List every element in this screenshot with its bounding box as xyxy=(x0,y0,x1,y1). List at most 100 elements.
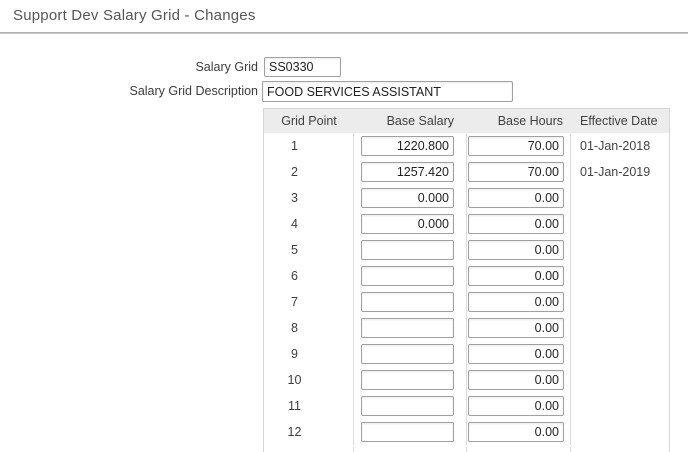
base-salary-cell xyxy=(354,419,467,445)
grid-point-label: 7 xyxy=(291,295,298,309)
base-hours-cell xyxy=(467,315,571,341)
table-row: 12 xyxy=(264,419,669,445)
table-row: 11 xyxy=(264,393,669,419)
base-hours-cell xyxy=(467,367,571,393)
table-row: 1 01-Jan-2018 xyxy=(264,133,669,159)
base-hours-input[interactable] xyxy=(468,396,564,416)
table-row: 5 xyxy=(264,237,669,263)
base-hours-cell xyxy=(467,263,571,289)
base-hours-input[interactable] xyxy=(468,136,564,156)
base-hours-input[interactable] xyxy=(468,370,564,390)
base-salary-cell xyxy=(354,367,467,393)
base-salary-input[interactable] xyxy=(361,370,454,390)
grid-point-cell: 1 xyxy=(264,133,354,159)
base-hours-cell xyxy=(467,185,571,211)
salary-grid-description-label: Salary Grid Description xyxy=(0,81,258,101)
base-salary-cell xyxy=(354,341,467,367)
grid-point-label: 1 xyxy=(291,139,298,153)
base-salary-input[interactable] xyxy=(361,422,454,442)
grid-point-label: 4 xyxy=(291,217,298,231)
salary-grid-label: Salary Grid xyxy=(0,57,258,77)
effective-date-cell xyxy=(571,341,669,367)
table-row: 9 xyxy=(264,341,669,367)
grid-point-cell: 11 xyxy=(264,393,354,419)
base-salary-cell xyxy=(354,393,467,419)
base-salary-input[interactable] xyxy=(361,344,454,364)
base-hours-column-header: Base Hours xyxy=(467,109,571,133)
base-hours-input[interactable] xyxy=(468,344,564,364)
table-row: 6 xyxy=(264,263,669,289)
base-hours-input[interactable] xyxy=(468,318,564,338)
grid-point-cell: 8 xyxy=(264,315,354,341)
table-row: 7 xyxy=(264,289,669,315)
base-salary-input[interactable] xyxy=(361,396,454,416)
effective-date-cell: 01-Jan-2019 xyxy=(571,159,669,185)
base-salary-input[interactable] xyxy=(361,292,454,312)
base-hours-cell xyxy=(467,393,571,419)
table-row: 2 01-Jan-2019 xyxy=(264,159,669,185)
base-hours-cell xyxy=(467,133,571,159)
base-hours-input[interactable] xyxy=(468,214,564,234)
salary-grid-input[interactable] xyxy=(264,57,341,77)
grid-point-label: 8 xyxy=(291,321,298,335)
base-salary-cell xyxy=(354,159,467,185)
base-salary-input[interactable] xyxy=(361,240,454,260)
base-salary-cell xyxy=(354,133,467,159)
base-hours-input[interactable] xyxy=(468,422,564,442)
effective-date-cell xyxy=(571,237,669,263)
base-hours-cell xyxy=(467,211,571,237)
effective-date-cell xyxy=(571,185,669,211)
grid-point-label: 6 xyxy=(291,269,298,283)
base-hours-cell xyxy=(467,237,571,263)
base-salary-input[interactable] xyxy=(361,214,454,234)
title-divider xyxy=(0,32,688,34)
grid-point-cell: 3 xyxy=(264,185,354,211)
base-salary-input[interactable] xyxy=(361,136,454,156)
effective-date-cell xyxy=(571,315,669,341)
base-hours-input[interactable] xyxy=(468,292,564,312)
table-header-row: Grid Point Base Salary Base Hours Effect… xyxy=(264,109,669,133)
base-salary-input[interactable] xyxy=(361,162,454,182)
effective-date-label: 01-Jan-2019 xyxy=(580,165,650,179)
table-row: 4 xyxy=(264,211,669,237)
effective-date-column-header: Effective Date xyxy=(571,109,669,133)
base-hours-input[interactable] xyxy=(468,266,564,286)
base-salary-cell xyxy=(354,237,467,263)
base-hours-input[interactable] xyxy=(468,188,564,208)
table-row: 3 xyxy=(264,185,669,211)
grid-point-cell: 10 xyxy=(264,367,354,393)
grid-point-cell: 12 xyxy=(264,419,354,445)
table-footer-filler xyxy=(264,447,669,452)
table-row: 8 xyxy=(264,315,669,341)
base-hours-input[interactable] xyxy=(468,162,564,182)
salary-grid-changes-page: Support Dev Salary Grid - Changes Salary… xyxy=(0,0,688,452)
table-body: 1 01-Jan-2018 2 01-Jan-2019 3 xyxy=(264,133,669,447)
base-salary-input[interactable] xyxy=(361,318,454,338)
table-row: 10 xyxy=(264,367,669,393)
grid-point-cell: 6 xyxy=(264,263,354,289)
grid-point-cell: 5 xyxy=(264,237,354,263)
grid-point-cell: 7 xyxy=(264,289,354,315)
grid-point-label: 10 xyxy=(288,373,302,387)
effective-date-cell xyxy=(571,289,669,315)
grid-point-cell: 9 xyxy=(264,341,354,367)
grid-point-cell: 4 xyxy=(264,211,354,237)
grid-point-label: 9 xyxy=(291,347,298,361)
base-hours-input[interactable] xyxy=(468,240,564,260)
base-hours-cell xyxy=(467,159,571,185)
base-salary-cell xyxy=(354,211,467,237)
base-salary-column-header: Base Salary xyxy=(354,109,467,133)
base-hours-cell xyxy=(467,419,571,445)
base-salary-input[interactable] xyxy=(361,266,454,286)
grid-point-label: 5 xyxy=(291,243,298,257)
base-salary-input[interactable] xyxy=(361,188,454,208)
grid-point-label: 12 xyxy=(288,425,302,439)
base-salary-cell xyxy=(354,315,467,341)
grid-point-label: 3 xyxy=(291,191,298,205)
effective-date-cell xyxy=(571,393,669,419)
base-hours-cell xyxy=(467,289,571,315)
effective-date-cell xyxy=(571,211,669,237)
salary-grid-description-input[interactable] xyxy=(262,81,513,102)
grid-point-column-header: Grid Point xyxy=(264,109,354,133)
base-salary-cell xyxy=(354,289,467,315)
